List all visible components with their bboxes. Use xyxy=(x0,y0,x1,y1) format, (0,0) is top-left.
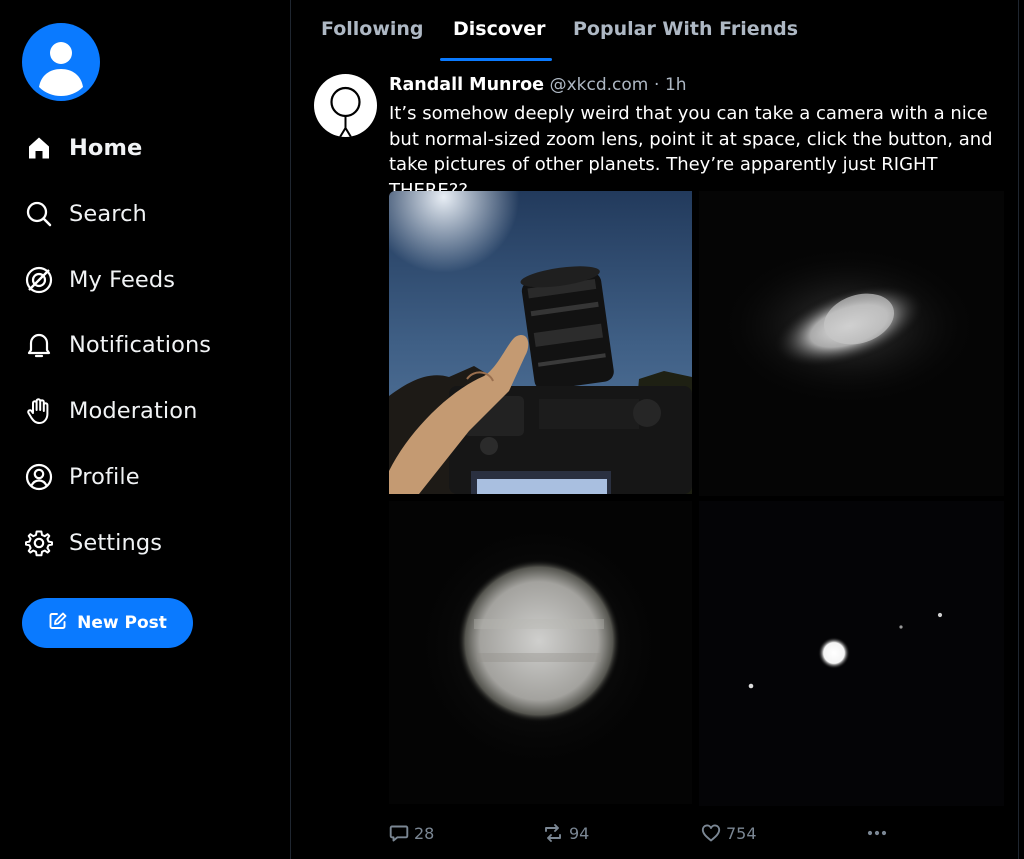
post-image-saturn[interactable] xyxy=(699,191,1004,496)
author-handle[interactable]: @xkcd.com xyxy=(550,75,649,95)
meta-separator: · xyxy=(653,75,660,95)
nav-search-label: Search xyxy=(69,200,147,227)
post-text: It’s somehow deeply weird that you can t… xyxy=(389,103,993,201)
heart-icon xyxy=(701,823,726,843)
nav-settings-label: Settings xyxy=(69,529,163,556)
nav-my-feeds-label: My Feeds xyxy=(69,266,176,293)
nav-home[interactable]: Home xyxy=(24,126,284,170)
like-button[interactable]: 754 xyxy=(701,823,757,843)
reply-count: 28 xyxy=(414,823,435,843)
post-actions: 28 94 754 xyxy=(291,823,1018,849)
author-avatar[interactable] xyxy=(314,74,377,137)
nav-home-label: Home xyxy=(69,135,143,161)
more-options-button[interactable] xyxy=(866,823,893,843)
search-icon xyxy=(24,199,54,229)
nav-search[interactable]: Search xyxy=(24,192,284,236)
author-name[interactable]: Randall Munroe xyxy=(389,75,544,95)
user-avatar-icon[interactable] xyxy=(22,23,100,101)
like-count: 754 xyxy=(726,823,757,843)
post-image-blurry-planet[interactable] xyxy=(389,501,692,804)
nav-settings[interactable]: Settings xyxy=(24,521,284,565)
nav-profile-label: Profile xyxy=(69,463,140,490)
nav-profile[interactable]: Profile xyxy=(24,455,284,499)
nav-moderation-label: Moderation xyxy=(69,398,198,425)
post-image-camera[interactable] xyxy=(389,191,692,494)
main-nav: Home Search My Feeds Notifications Moder… xyxy=(24,126,284,587)
profile-icon xyxy=(24,462,54,492)
more-dots-icon xyxy=(866,823,893,843)
compose-icon xyxy=(48,611,68,635)
nav-moderation[interactable]: Moderation xyxy=(24,389,284,433)
sidebar: Home Search My Feeds Notifications Moder… xyxy=(0,0,290,859)
feed-column: Following Discover Popular With Friends … xyxy=(290,0,1019,859)
nav-notifications-label: Notifications xyxy=(69,332,212,359)
repost-icon xyxy=(542,823,569,843)
feeds-icon xyxy=(24,265,54,295)
new-post-button[interactable]: New Post xyxy=(22,598,193,648)
bell-icon xyxy=(24,330,54,360)
reply-button[interactable]: 28 xyxy=(389,823,434,843)
nav-notifications[interactable]: Notifications xyxy=(24,323,284,367)
repost-count: 94 xyxy=(569,823,590,843)
tab-discover[interactable]: Discover xyxy=(453,18,546,40)
repost-button[interactable]: 94 xyxy=(542,823,589,843)
feed-tabs: Following Discover Popular With Friends xyxy=(291,0,1018,64)
hand-icon xyxy=(24,396,54,426)
active-tab-indicator xyxy=(440,58,552,61)
post-time[interactable]: 1h xyxy=(665,75,687,95)
reply-icon xyxy=(389,823,414,843)
tab-popular-with-friends[interactable]: Popular With Friends xyxy=(573,18,798,40)
tab-following[interactable]: Following xyxy=(321,18,424,40)
home-icon xyxy=(24,133,54,163)
nav-my-feeds[interactable]: My Feeds xyxy=(24,258,284,302)
new-post-label: New Post xyxy=(77,613,167,633)
gear-icon xyxy=(24,528,54,558)
post-image-jupiter-moons[interactable] xyxy=(699,501,1004,806)
post-header: Randall Munroe @xkcd.com · 1h xyxy=(389,75,687,95)
